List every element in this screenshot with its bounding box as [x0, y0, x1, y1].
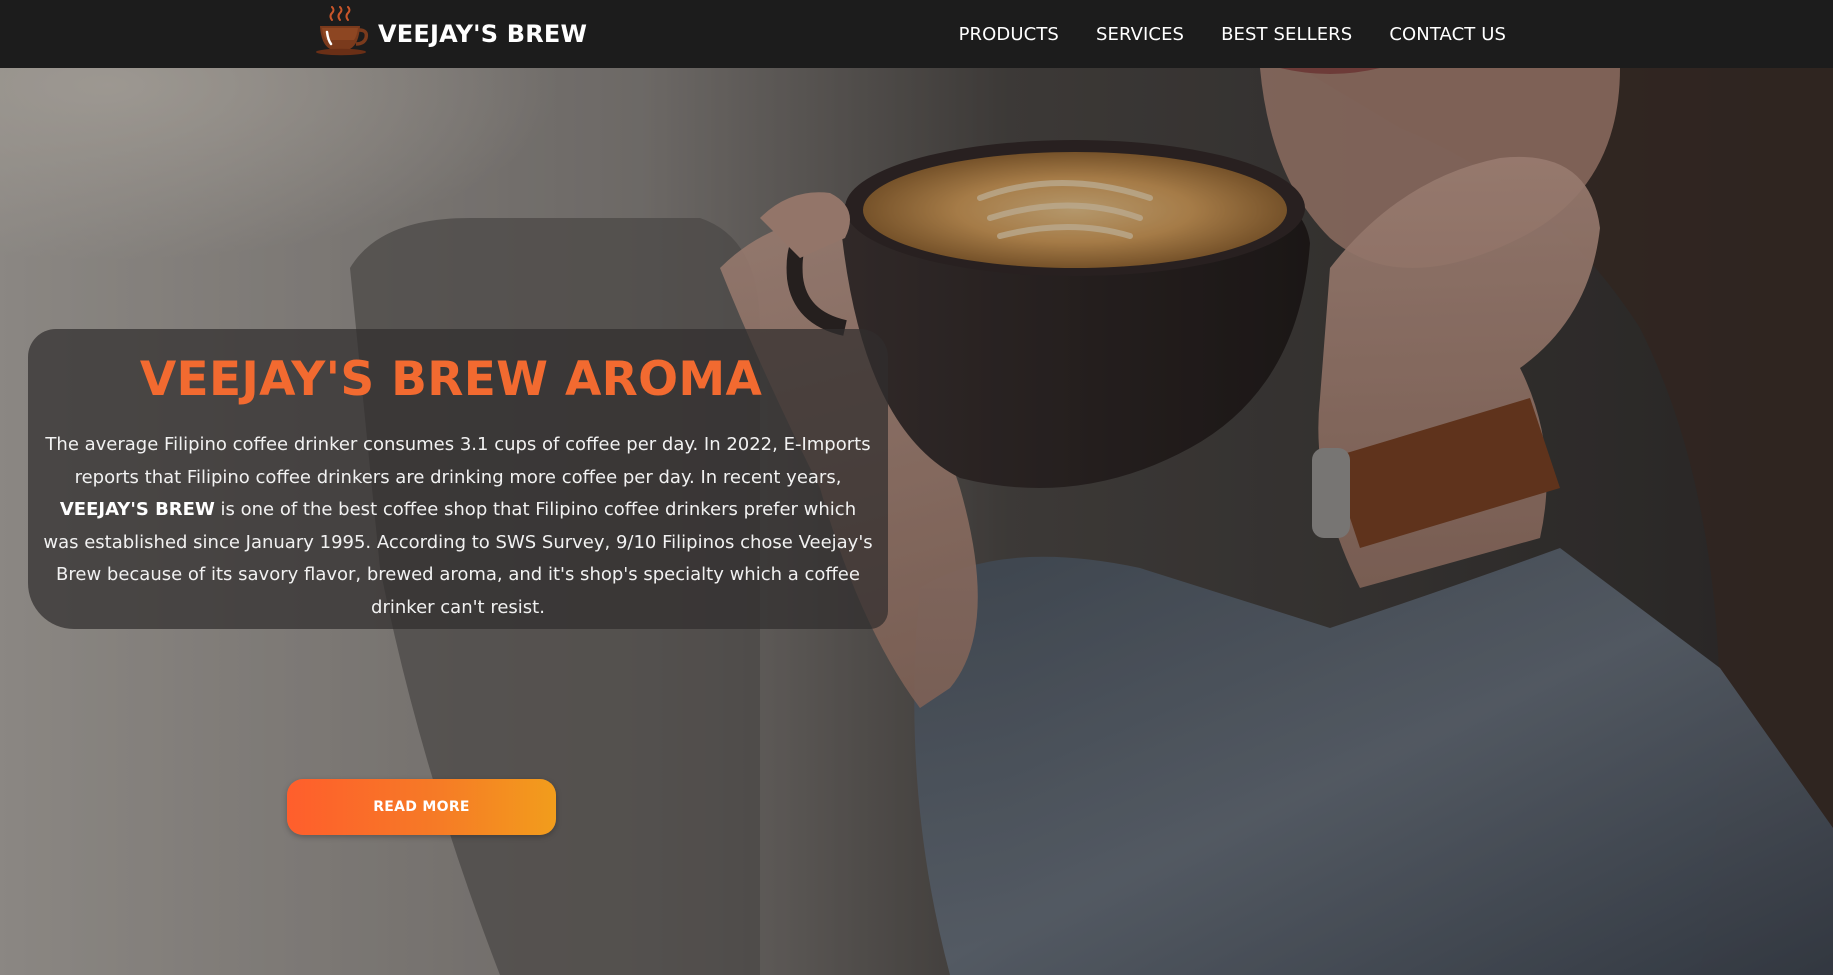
hero-paragraph-brand: VEEJAY'S BREW	[59, 499, 215, 520]
coffee-cup-logo-icon	[316, 6, 369, 56]
brand-link[interactable]: VEEJAY'S BREW	[312, 6, 587, 62]
nav-link-contact-us[interactable]: CONTACT US	[1389, 24, 1506, 45]
hero-info-card: VEEJAY'S BREW AROMA The average Filipino…	[28, 329, 888, 629]
main-nav: PRODUCTS SERVICES BEST SELLERS CONTACT U…	[959, 0, 1506, 68]
read-more-button[interactable]: READ MORE	[287, 779, 556, 835]
page: VEEJAY'S BREW PRODUCTS SERVICES BEST SEL…	[0, 0, 1833, 975]
nav-link-services[interactable]: SERVICES	[1096, 24, 1184, 45]
nav-link-products[interactable]: PRODUCTS	[959, 24, 1059, 45]
brand-name: VEEJAY'S BREW	[378, 20, 588, 48]
hero-paragraph-part1: The average Filipino coffee drinker cons…	[45, 434, 871, 488]
hero-section: VEEJAY'S BREW AROMA The average Filipino…	[0, 68, 1833, 975]
hero-title: VEEJAY'S BREW AROMA	[139, 352, 763, 407]
nav-link-best-sellers[interactable]: BEST SELLERS	[1221, 24, 1352, 45]
navbar: VEEJAY'S BREW PRODUCTS SERVICES BEST SEL…	[0, 0, 1833, 68]
hero-paragraph: The average Filipino coffee drinker cons…	[42, 429, 874, 624]
